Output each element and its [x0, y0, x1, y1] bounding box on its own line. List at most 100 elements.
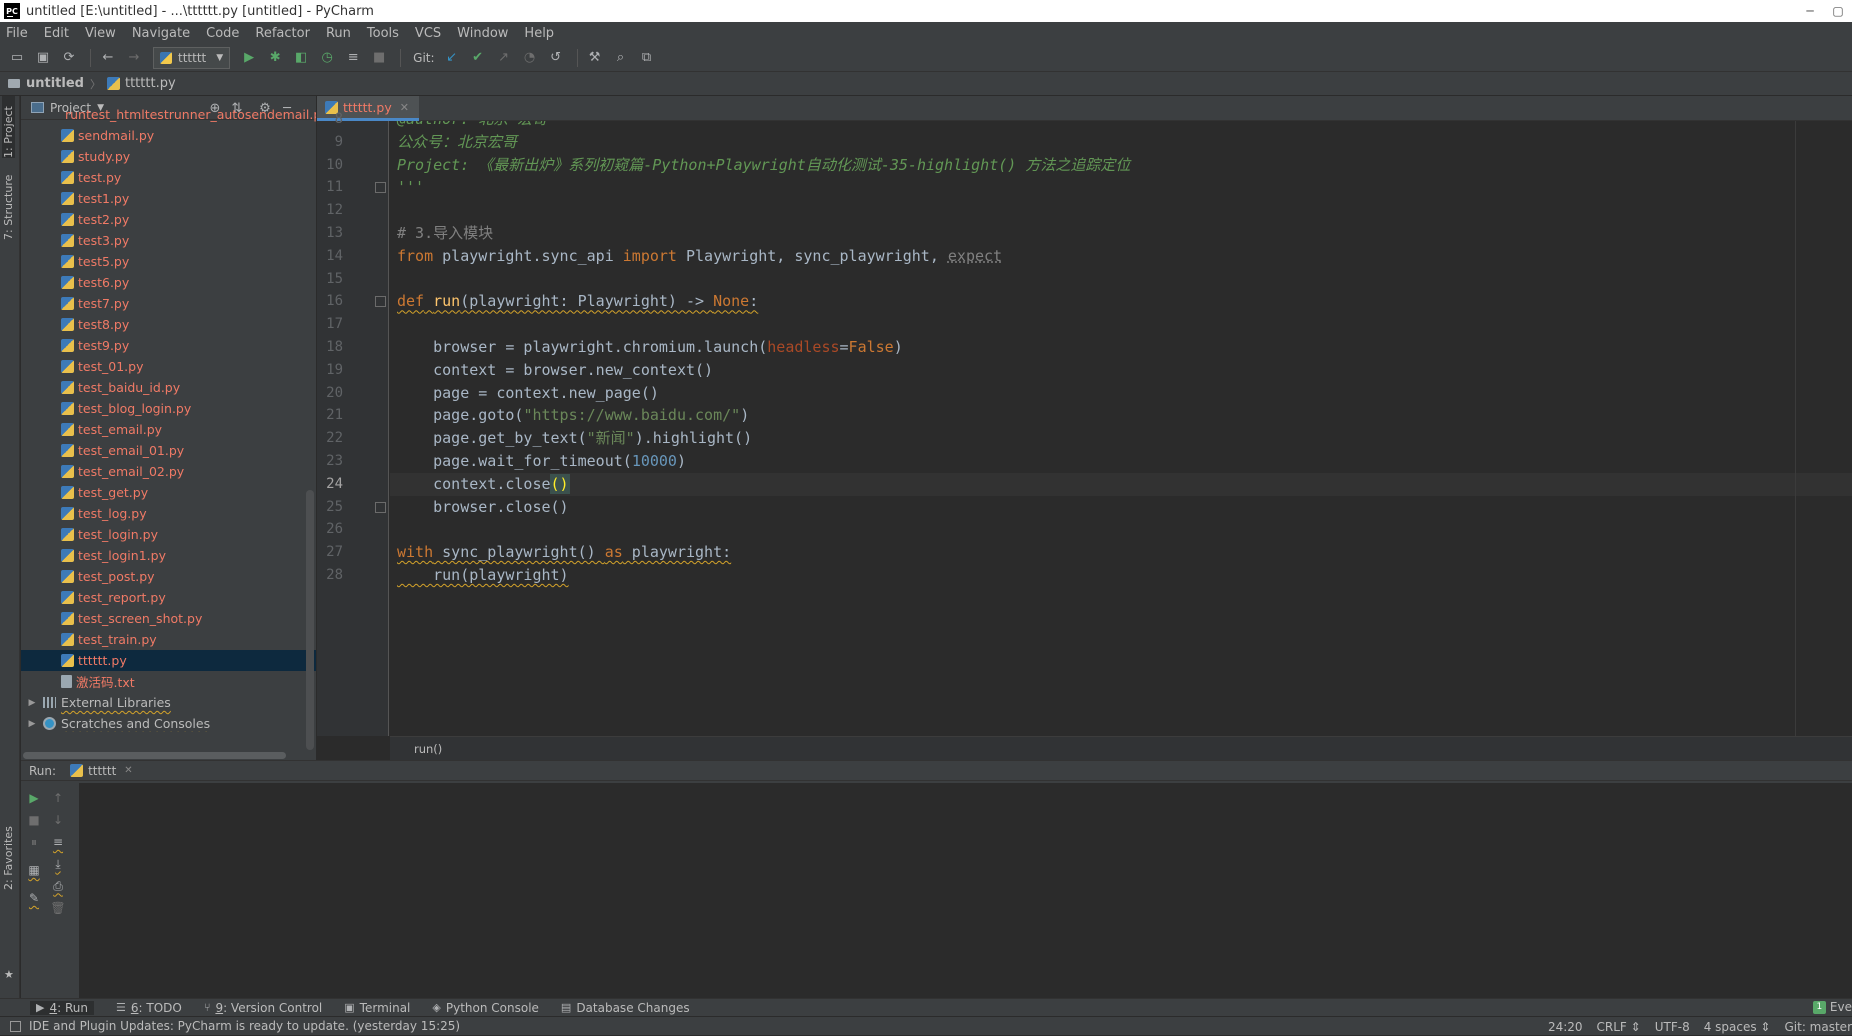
status-message[interactable]: IDE and Plugin Updates: PyCharm is ready… [29, 1019, 460, 1033]
code-line[interactable]: context = browser.new_context() [390, 359, 1852, 382]
tree-file[interactable]: test_baidu_id.py [21, 377, 316, 398]
maximize-icon[interactable]: ▢ [1824, 0, 1852, 22]
status-indicator-icon[interactable] [10, 1020, 21, 1032]
forward-icon[interactable]: → [123, 47, 145, 69]
menu-vcs[interactable]: VCS [415, 26, 441, 41]
code-line[interactable]: # 3.导入模块 [390, 222, 1852, 245]
tree-file[interactable]: test_login.py [21, 524, 316, 545]
tree-file[interactable]: test5.py [21, 251, 316, 272]
save-all-icon[interactable]: ▣ [32, 47, 54, 69]
run-configuration-select[interactable]: tttttt ▼ [153, 46, 231, 69]
menu-refactor[interactable]: Refactor [255, 26, 310, 41]
tool-tab-todo[interactable]: ☰ 6: TODO [116, 1001, 182, 1015]
tree-file[interactable]: test_email_01.py [21, 440, 316, 461]
tree-file[interactable]: study.py [21, 146, 316, 167]
code-line[interactable]: page.get_by_text("新闻").highlight() [390, 427, 1852, 450]
tool-tab-database-changes[interactable]: ▤ Database Changes [561, 1001, 690, 1015]
tree-scratches[interactable]: ▶ Scratches and Consoles [21, 713, 316, 732]
code-line[interactable]: @author: 北京-宏哥 [390, 121, 1852, 131]
code-line[interactable]: run(playwright) [390, 564, 1852, 587]
tool-tab-terminal[interactable]: ▣ Terminal [344, 1001, 410, 1015]
scrollbar-thumb[interactable] [306, 490, 314, 750]
print-icon[interactable]: ⎙ [49, 877, 67, 895]
menu-tools[interactable]: Tools [367, 26, 399, 41]
tool-tab-python-console[interactable]: ◈ Python Console [432, 1001, 539, 1015]
tree-file[interactable]: test2.py [21, 209, 316, 230]
tree-file[interactable]: test_get.py [21, 482, 316, 503]
scroll-to-end-icon[interactable]: ⤓ [49, 855, 67, 873]
scrollbar-thumb[interactable] [23, 752, 286, 759]
tree-file[interactable]: test_email.py [21, 419, 316, 440]
close-icon[interactable]: ✕ [400, 101, 409, 114]
tool-tab-version-control[interactable]: ⑂ 9: Version Control [204, 1001, 322, 1015]
layout-icon[interactable]: ▦ [25, 861, 43, 879]
tree-file[interactable]: test3.py [21, 230, 316, 251]
tree-file[interactable]: test_01.py [21, 356, 316, 377]
menu-navigate[interactable]: Navigate [132, 26, 190, 41]
back-icon[interactable]: ← [97, 47, 119, 69]
tree-external-libraries[interactable]: ▶ External Libraries [21, 692, 316, 713]
expand-arrow-icon[interactable]: ▶ [25, 698, 39, 708]
code-line[interactable]: page.wait_for_timeout(10000) [390, 450, 1852, 473]
file-encoding[interactable]: UTF-8 [1655, 1020, 1690, 1034]
debug-icon[interactable]: ✱ [264, 47, 286, 69]
tree-file[interactable]: test8.py [21, 314, 316, 335]
code-line[interactable]: with sync_playwright() as playwright: [390, 541, 1852, 564]
code-line[interactable]: page.goto("https://www.baidu.com/") [390, 404, 1852, 427]
code-line[interactable]: context.close() [390, 472, 1852, 496]
tree-file[interactable]: test_blog_login.py [21, 398, 316, 419]
event-log[interactable]: 1 Eve [1812, 1000, 1852, 1014]
git-branch[interactable]: Git: master [1784, 1020, 1852, 1034]
tree-file[interactable]: test6.py [21, 272, 316, 293]
pin-icon[interactable]: ✎ [25, 889, 43, 907]
caret-position[interactable]: 24:20 [1548, 1020, 1583, 1034]
translate-icon[interactable]: ⧉ [636, 47, 658, 69]
tool-window-favorites[interactable]: 2: Favorites [2, 806, 15, 890]
stop-icon[interactable]: ■ [368, 47, 390, 69]
tree-file[interactable]: test_report.py [21, 587, 316, 608]
breadcrumb-project[interactable]: untitled [26, 76, 84, 91]
stop-icon[interactable]: ■ [25, 811, 43, 829]
close-icon[interactable]: ✕ [124, 765, 132, 776]
project-tree-scrollbar[interactable] [306, 120, 314, 760]
git-revert-icon[interactable]: ↺ [545, 47, 567, 69]
soft-wrap-icon[interactable]: ≡ [49, 833, 67, 851]
git-update-icon[interactable]: ↙ [441, 47, 463, 69]
settings-wrench-icon[interactable]: ⚒ [584, 47, 606, 69]
indent-setting[interactable]: 4 spaces ⇕ [1704, 1020, 1771, 1034]
scroll-down-icon[interactable]: ↓ [49, 811, 67, 829]
git-commit-icon[interactable]: ✔ [467, 47, 489, 69]
menu-file[interactable]: File [6, 26, 28, 41]
run-tab[interactable]: tttttt ✕ [70, 764, 133, 778]
run-icon[interactable]: ▶ [238, 47, 260, 69]
tree-file[interactable]: test_email_02.py [21, 461, 316, 482]
code-line[interactable]: ''' [390, 176, 1852, 199]
code-line[interactable] [390, 313, 1852, 336]
menu-window[interactable]: Window [457, 26, 508, 41]
tool-tab-run[interactable]: ▶ 4: Run [30, 1000, 94, 1015]
tree-file[interactable]: test1.py [21, 188, 316, 209]
search-icon[interactable]: ⌕ [610, 47, 632, 69]
tree-file[interactable]: test9.py [21, 335, 316, 356]
tree-file[interactable]: test.py [21, 167, 316, 188]
favorites-star-icon[interactable]: ★ [4, 968, 14, 981]
menu-code[interactable]: Code [206, 26, 239, 41]
code-line[interactable] [390, 268, 1852, 291]
git-history-icon[interactable]: ◔ [519, 47, 541, 69]
menu-edit[interactable]: Edit [44, 26, 69, 41]
pause-icon[interactable]: ⏸ [25, 833, 43, 851]
code-line[interactable]: 公众号：北京宏哥 [390, 131, 1852, 154]
tree-file[interactable]: test_post.py [21, 566, 316, 587]
project-tree-hscrollbar[interactable] [21, 750, 316, 760]
rerun-icon[interactable]: ▶ [25, 789, 43, 807]
line-separator[interactable]: CRLF ⇕ [1597, 1020, 1641, 1034]
tree-file[interactable]: test_train.py [21, 629, 316, 650]
expand-arrow-icon[interactable]: ▶ [25, 719, 39, 729]
tree-file[interactable]: runtest_htmltestrunner_autosendemail.py [21, 104, 316, 125]
code-line[interactable]: from playwright.sync_api import Playwrig… [390, 245, 1852, 268]
code-area[interactable]: @author: 北京-宏哥公众号：北京宏哥Project: 《最新出炉》系列初… [390, 121, 1852, 736]
fold-marker-icon[interactable] [375, 296, 386, 308]
fold-marker-icon[interactable] [375, 501, 386, 513]
code-line[interactable]: browser.close() [390, 496, 1852, 519]
code-line[interactable]: page = context.new_page() [390, 382, 1852, 405]
